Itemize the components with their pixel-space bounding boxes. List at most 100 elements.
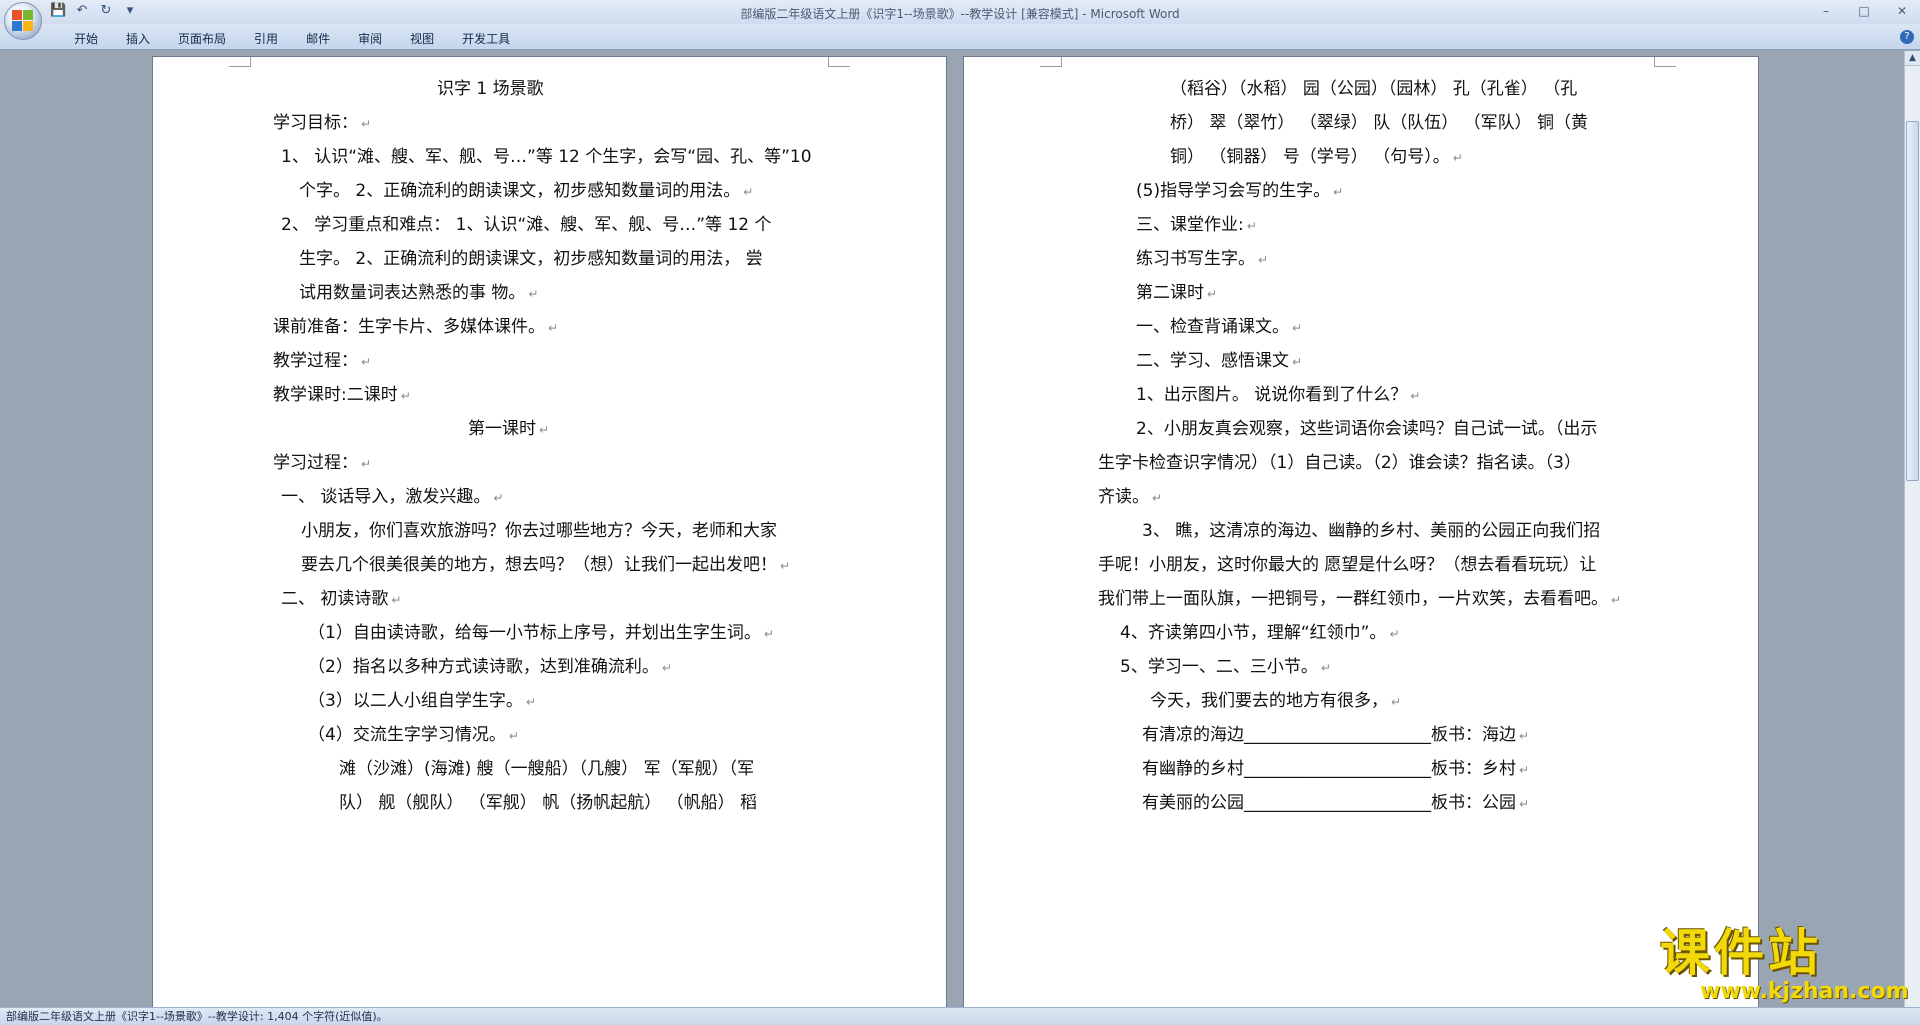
- tab-insert[interactable]: 插入: [112, 30, 164, 47]
- paragraph-line: 队） 舰（舰队） （军舰） 帆（扬帆起航） （帆船） 稻: [339, 791, 757, 815]
- paragraph-mark-icon: ↵: [763, 627, 774, 641]
- paragraph-mark-icon: ↵: [661, 661, 672, 675]
- paragraph-mark-icon: ↵: [548, 321, 559, 335]
- line-text: 5、学习一、二、三小节。: [1120, 657, 1318, 677]
- paragraph-line: （2）指名以多种方式读诗歌，达到准确流利。 ↵: [308, 655, 672, 680]
- paragraph-mark-icon: ↵: [400, 389, 411, 403]
- paragraph-mark-icon: ↵: [508, 729, 519, 743]
- paragraph-line: 滩（沙滩）(海滩) 艘（一艘船）（几艘） 军（军舰）（军: [339, 757, 754, 781]
- paragraph-line: 有美丽的公园______________________板书：公园 ↵: [1142, 791, 1529, 816]
- line-text: 小朋友，你们喜欢旅游吗？你去过哪些地方？今天，老师和大家: [301, 521, 777, 541]
- paragraph-line: 生字卡检查识字情况）（1）自己读。（2）谁会读？指名读。（3）: [1098, 451, 1581, 475]
- paragraph-line: 一、 谈话导入，激发兴趣。 ↵: [281, 485, 503, 510]
- paragraph-line: 识字 1 场景歌: [437, 77, 544, 101]
- line-text: 手呢！小朋友，这时你最大的 愿望是什么呀？（想去看看玩玩）让: [1098, 555, 1597, 575]
- paragraph-mark-icon: ↵: [1452, 151, 1463, 165]
- paragraph-line: 今天，我们要去的地方有很多， ↵: [1150, 689, 1401, 714]
- line-text: 第二课时: [1136, 283, 1204, 303]
- tab-references[interactable]: 引用: [240, 30, 292, 47]
- paragraph-mark-icon: ↵: [1320, 661, 1331, 675]
- document-page-right[interactable]: （稻谷）（水稻） 园（公园）（园林） 孔（孔雀） （孔 桥） 翠（翠竹） （翠绿）…: [963, 56, 1759, 1007]
- line-text: 我们带上一面队旗，一把铜号，一群红领巾，一片欢笑，去看看吧。: [1098, 589, 1608, 609]
- paragraph-line: 试用数量词表达熟悉的事 物。 ↵: [299, 281, 538, 306]
- watermark-logo: 课件站 www.kjzhan.com: [1660, 926, 1920, 1004]
- paragraph-mark-icon: ↵: [1207, 287, 1218, 301]
- help-icon[interactable]: ?: [1900, 30, 1914, 44]
- crop-mark: [1654, 57, 1676, 67]
- paragraph-line: 齐读。 ↵: [1098, 485, 1162, 510]
- paragraph-line: 二、学习、感悟课文 ↵: [1136, 349, 1302, 374]
- paragraph-line: 2、小朋友真会观察，这些词语你会读吗？自己试一试。（出示: [1136, 417, 1597, 441]
- scroll-up-icon[interactable]: ▲: [1905, 51, 1920, 66]
- paragraph-line: （1）自由读诗歌，给每一小节标上序号，并划出生字生词。 ↵: [308, 621, 774, 646]
- line-text: 有美丽的公园______________________板书：公园: [1142, 793, 1516, 813]
- vertical-scrollbar[interactable]: ▲: [1904, 51, 1920, 1007]
- line-text: 今天，我们要去的地方有很多，: [1150, 691, 1388, 711]
- line-text: （4）交流生字学习情况。: [308, 725, 506, 745]
- paragraph-line: (5)指导学习会写的生字。 ↵: [1136, 179, 1343, 204]
- line-text: 1、出示图片。 说说你看到了什么？: [1136, 385, 1408, 405]
- paragraph-line: 有幽静的乡村______________________板书：乡村 ↵: [1142, 757, 1529, 782]
- line-text: 课前准备：生字卡片、多媒体课件。: [273, 317, 545, 337]
- line-text: 教学过程：: [273, 351, 358, 371]
- line-text: （2）指名以多种方式读诗歌，达到准确流利。: [308, 657, 659, 677]
- paragraph-line: 铜） （铜器） 号（学号） （句号）。 ↵: [1170, 145, 1463, 170]
- paragraph-mark-icon: ↵: [1152, 491, 1163, 505]
- crop-mark: [828, 57, 850, 67]
- line-text: 学习过程：: [273, 453, 358, 473]
- paragraph-mark-icon: ↵: [1391, 695, 1402, 709]
- document-workspace: 识字 1 场景歌 学习目标： ↵ 1、 认识“滩、艘、军、舰、号…”等 12 个生字，…: [0, 51, 1902, 1007]
- tab-mailings[interactable]: 邮件: [292, 30, 344, 47]
- office-button[interactable]: [4, 2, 42, 40]
- minimize-icon[interactable]: –: [1814, 2, 1838, 20]
- line-text: 学习目标：: [273, 113, 358, 133]
- paragraph-line: 教学过程： ↵: [273, 349, 371, 374]
- tab-review[interactable]: 审阅: [344, 30, 396, 47]
- paragraph-mark-icon: ↵: [525, 695, 536, 709]
- paragraph-line: 学习目标： ↵: [273, 111, 371, 136]
- paragraph-line: （4）交流生字学习情况。 ↵: [308, 723, 519, 748]
- paragraph-mark-icon: ↵: [361, 117, 372, 131]
- line-text: 一、 谈话导入，激发兴趣。: [281, 487, 491, 507]
- save-icon[interactable]: 💾: [50, 3, 66, 19]
- customize-qat-icon[interactable]: ▾: [122, 3, 138, 19]
- paragraph-line: 2、 学习重点和难点： 1、认识“滩、艘、军、舰、号…”等 12 个: [281, 213, 772, 237]
- line-text: 生字。 2、正确流利的朗读课文，初步感知数量词的用法， 尝: [299, 249, 763, 269]
- paragraph-mark-icon: ↵: [1519, 729, 1530, 743]
- paragraph-mark-icon: ↵: [743, 185, 754, 199]
- tab-page-layout[interactable]: 页面布局: [164, 30, 240, 47]
- paragraph-mark-icon: ↵: [361, 457, 372, 471]
- line-text: 要去几个很美很美的地方，想去吗？（想）让我们一起出发吧！: [301, 555, 777, 575]
- tab-home[interactable]: 开始: [60, 30, 112, 47]
- tab-developer[interactable]: 开发工具: [448, 30, 524, 47]
- maximize-icon[interactable]: □: [1852, 2, 1876, 20]
- close-icon[interactable]: ✕: [1890, 2, 1914, 20]
- paragraph-mark-icon: ↵: [780, 559, 791, 573]
- paragraph-line: 二、 初读诗歌 ↵: [281, 587, 401, 612]
- watermark-text: 课件站: [1660, 924, 1822, 982]
- status-bar: 部编版二年级语文上册《识字1--场景歌》--教学设计: 1,404 个字符(近似…: [0, 1007, 1920, 1025]
- paragraph-mark-icon: ↵: [361, 355, 372, 369]
- title-bar: 部编版二年级语文上册《识字1--场景歌》--教学设计 [兼容模式] - Micr…: [0, 0, 1920, 24]
- line-text: 桥） 翠（翠竹） （翠绿） 队（队伍） （军队） 铜（黄: [1170, 113, 1589, 133]
- paragraph-line: 一、检查背诵课文。 ↵: [1136, 315, 1302, 340]
- line-text: （稻谷）（水稻） 园（公园）（园林） 孔（孔雀） （孔: [1170, 79, 1578, 99]
- ribbon-tabs: 开始 插入 页面布局 引用 邮件 审阅 视图 开发工具: [60, 30, 524, 47]
- paragraph-line: 1、出示图片。 说说你看到了什么？ ↵: [1136, 383, 1420, 408]
- scroll-thumb[interactable]: [1906, 121, 1919, 481]
- line-text: 铜） （铜器） 号（学号） （句号）。: [1170, 147, 1450, 167]
- paragraph-mark-icon: ↵: [1611, 593, 1622, 607]
- paragraph-line: 学习过程： ↵: [273, 451, 371, 476]
- line-text: 3、 瞧，这清凉的海边、幽静的乡村、美丽的公园正向我们招: [1142, 521, 1601, 541]
- line-text: （1）自由读诗歌，给每一小节标上序号，并划出生字生词。: [308, 623, 761, 643]
- line-text: 2、小朋友真会观察，这些词语你会读吗？自己试一试。（出示: [1136, 419, 1598, 439]
- crop-mark: [1040, 57, 1062, 67]
- redo-icon[interactable]: ↻: [98, 3, 114, 19]
- line-text: 2、 学习重点和难点： 1、认识“滩、艘、军、舰、号…”等 12 个: [281, 215, 772, 235]
- office-logo-icon: [12, 10, 34, 32]
- tab-view[interactable]: 视图: [396, 30, 448, 47]
- paragraph-line: 个字。 2、正确流利的朗读课文，初步感知数量词的用法。 ↵: [299, 179, 753, 204]
- undo-icon[interactable]: ↶: [74, 3, 90, 19]
- paragraph-line: 1、 认识“滩、艘、军、舰、号…”等 12 个生字，会写“园、孔、等”10: [281, 145, 812, 169]
- document-page-left[interactable]: 识字 1 场景歌 学习目标： ↵ 1、 认识“滩、艘、军、舰、号…”等 12 个生字，…: [152, 56, 947, 1007]
